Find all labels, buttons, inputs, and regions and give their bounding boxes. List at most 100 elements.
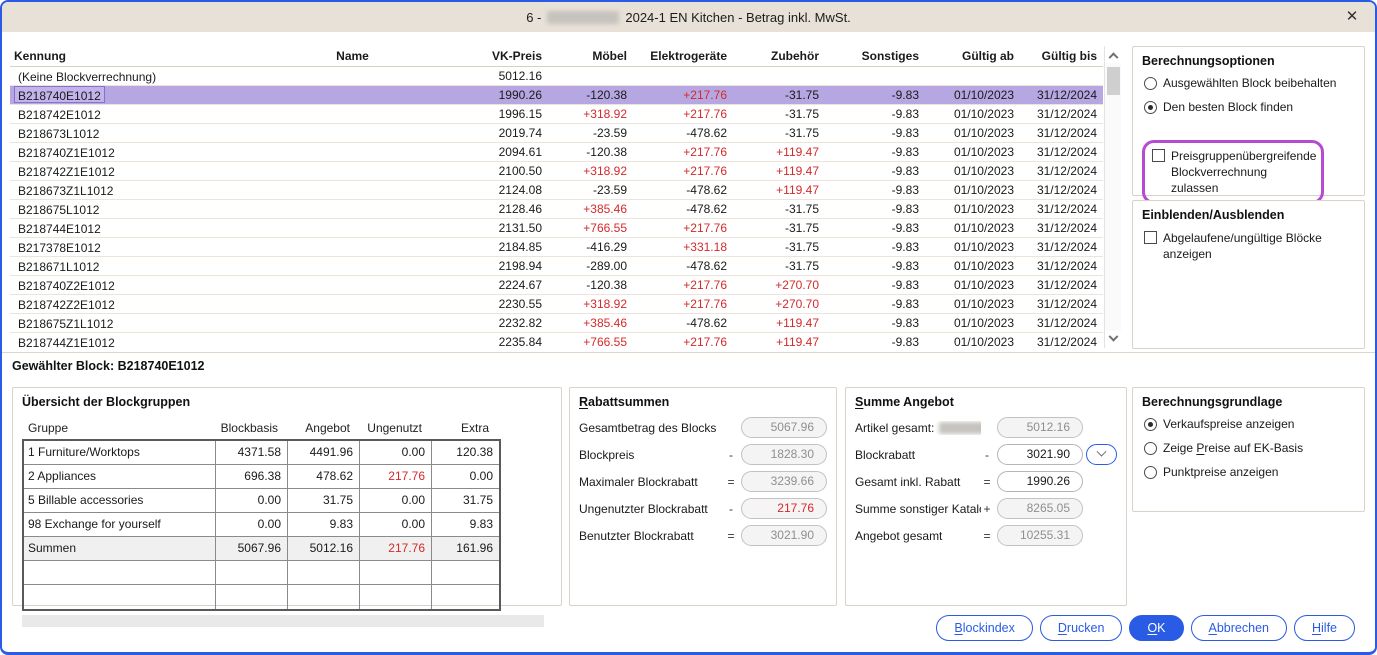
scroll-down-button[interactable]: [1105, 331, 1122, 348]
blockgruppen-row: 1 Furniture/Worktops 4371.58 4491.96 0.0…: [24, 441, 499, 465]
radio-icon: [1144, 466, 1157, 479]
sum-label: Gesamt inkl. Rabatt: [855, 475, 981, 489]
cell-angebot: [288, 585, 360, 609]
sum-row: Blockrabatt - 3021.90: [855, 444, 1117, 465]
table-row[interactable]: B218740Z2E1012 2224.67 -120.38 +217.76 +…: [10, 276, 1103, 295]
table-row[interactable]: B218675L1012 2128.46 +385.46 -478.62 -31…: [10, 200, 1103, 219]
cell-sonstiges: -9.83: [825, 143, 925, 161]
radio-show-ek-prices[interactable]: Zeige Preise auf EK-Basis: [1144, 441, 1355, 455]
cell-ungenutzt: 217.76: [360, 465, 432, 488]
sum-label: Maximaler Blockrabatt: [579, 475, 725, 489]
cell-sonstiges: -9.83: [825, 238, 925, 256]
chevron-down-icon: [1097, 447, 1107, 457]
cell-zubehoer: +270.70: [733, 276, 825, 294]
sum-operator: =: [981, 475, 993, 489]
scrollbar-thumb[interactable]: [1107, 67, 1120, 95]
blockrabatt-dropdown-button[interactable]: [1086, 444, 1117, 465]
cell-elektrogeraete: +217.76: [633, 295, 733, 313]
cell-angebot: 4491.96: [288, 441, 360, 464]
panel-title: Übersicht der Blockgruppen: [22, 395, 552, 409]
table-row[interactable]: B218673L1012 2019.74 -23.59 -478.62 -31.…: [10, 124, 1103, 143]
dropdown-slot: [1083, 444, 1117, 465]
cell-gueltig-ab: 01/10/2023: [925, 143, 1020, 161]
radio-show-point-prices[interactable]: Punktpreise anzeigen: [1144, 465, 1355, 479]
checkbox-show-expired-blocks[interactable]: Abgelaufene/ungültige Blöcke anzeigen: [1144, 230, 1355, 262]
cell-name: [245, 333, 460, 348]
radio-label: Zeige Preise auf EK-Basis: [1163, 441, 1303, 455]
cell-gueltig-bis: [1020, 67, 1103, 85]
sum-value-field[interactable]: 1990.26: [997, 471, 1083, 492]
cell-name: [245, 219, 460, 237]
table-row[interactable]: B218742Z2E1012 2230.55 +318.92 +217.76 +…: [10, 295, 1103, 314]
table-row[interactable]: B218675Z1L1012 2232.82 +385.46 -478.62 +…: [10, 314, 1103, 333]
blockindex-button[interactable]: Blockindex: [936, 615, 1032, 641]
blockgruppen-row: 98 Exchange for yourself 0.00 9.83 0.00 …: [24, 513, 499, 537]
sum-label: Ungenutzter Blockrabatt: [579, 502, 725, 516]
horizontal-scrollbar[interactable]: [22, 615, 544, 627]
table-row[interactable]: B218744E1012 2131.50 +766.55 +217.76 -31…: [10, 219, 1103, 238]
cell-ungenutzt: 0.00: [360, 441, 432, 464]
cell-zubehoer: -31.75: [733, 200, 825, 218]
sum-value-field: 217.76: [741, 498, 827, 519]
blockgruppen-row: 2 Appliances 696.38 478.62 217.76 0.00: [24, 465, 499, 489]
table-row[interactable]: B218740Z1E1012 2094.61 -120.38 +217.76 +…: [10, 143, 1103, 162]
column-header-gueltig-bis: Gültig bis: [1020, 46, 1103, 66]
vertical-scrollbar[interactable]: [1104, 46, 1121, 348]
radio-keep-selected-block[interactable]: Ausgewählten Block beibehalten: [1144, 76, 1355, 90]
cell-extra: 0.00: [432, 465, 499, 488]
cell-sonstiges: -9.83: [825, 257, 925, 275]
cell-kennung: (Keine Blockverrechnung): [10, 67, 245, 85]
cell-vk-preis: 2230.55: [460, 295, 548, 313]
sum-row: Angebot gesamt = 10255.31: [855, 525, 1117, 546]
redacted-customer-name: [547, 11, 619, 24]
radio-label: Verkaufspreise anzeigen: [1163, 417, 1294, 431]
ok-button[interactable]: OK: [1129, 615, 1183, 641]
table-row[interactable]: B218740E1012 1990.26 -120.38 +217.76 -31…: [10, 86, 1103, 105]
radio-show-sales-prices[interactable]: Verkaufspreise anzeigen: [1144, 417, 1355, 431]
table-row[interactable]: B218742Z1E1012 2100.50 +318.92 +217.76 +…: [10, 162, 1103, 181]
cell-zubehoer: -31.75: [733, 124, 825, 142]
sum-operator: -: [725, 502, 737, 516]
cell-gueltig-bis: 31/12/2024: [1020, 143, 1103, 161]
cell-sonstiges: -9.83: [825, 162, 925, 180]
sum-value-field: 10255.31: [997, 525, 1083, 546]
cell-gueltig-bis: 31/12/2024: [1020, 276, 1103, 294]
cell-name: [245, 143, 460, 161]
cell-moebel: -416.29: [548, 238, 633, 256]
cell-elektrogeraete: +217.76: [633, 105, 733, 123]
sum-label: Benutzter Blockrabatt: [579, 529, 725, 543]
panel-title: Berechnungsoptionen: [1142, 54, 1355, 68]
titlebar: 6 - 2024-1 EN Kitchen - Betrag inkl. MwS…: [2, 2, 1375, 32]
close-icon[interactable]: ✕: [1342, 7, 1362, 27]
section-divider: [2, 352, 1375, 353]
sum-operator: =: [725, 529, 737, 543]
table-row[interactable]: (Keine Blockverrechnung) 5012.16: [10, 67, 1103, 86]
cell-gruppe: Summen: [24, 537, 216, 560]
table-row[interactable]: B218744Z1E1012 2235.84 +766.55 +217.76 +…: [10, 333, 1103, 348]
cell-gueltig-ab: 01/10/2023: [925, 314, 1020, 332]
sum-operator: +: [981, 502, 993, 516]
cell-gueltig-ab: 01/10/2023: [925, 162, 1020, 180]
cell-moebel: +318.92: [548, 162, 633, 180]
table-row[interactable]: B217378E1012 2184.85 -416.29 +331.18 -31…: [10, 238, 1103, 257]
sum-value-field[interactable]: 3021.90: [997, 444, 1083, 465]
scroll-up-button[interactable]: [1105, 46, 1122, 63]
column-header-sonstiges: Sonstiges: [825, 46, 925, 66]
column-header-elektrogeraete: Elektrogeräte: [633, 46, 733, 66]
table-row[interactable]: B218671L1012 2198.94 -289.00 -478.62 -31…: [10, 257, 1103, 276]
cell-vk-preis: 2124.08: [460, 181, 548, 199]
cell-elektrogeraete: [633, 67, 733, 85]
abbrechen-button[interactable]: Abbrechen: [1191, 615, 1287, 641]
cell-vk-preis: 2235.84: [460, 333, 548, 348]
table-row[interactable]: B218742E1012 1996.15 +318.92 +217.76 -31…: [10, 105, 1103, 124]
hilfe-button[interactable]: Hilfe: [1294, 615, 1355, 641]
column-header-gruppe: Gruppe: [22, 417, 214, 439]
checkbox-cross-price-group[interactable]: Preisgruppenübergreifende Blockverrechnu…: [1152, 148, 1314, 196]
sum-row: Blockpreis - 1828.30: [579, 444, 827, 465]
table-row[interactable]: B218673Z1L1012 2124.08 -23.59 -478.62 +1…: [10, 181, 1103, 200]
berechnungsoptionen-panel: Berechnungsoptionen Ausgewählten Block b…: [1132, 46, 1365, 196]
sum-row: Maximaler Blockrabatt = 3239.66: [579, 471, 827, 492]
radio-find-best-block[interactable]: Den besten Block finden: [1144, 100, 1355, 114]
drucken-button[interactable]: Drucken: [1040, 615, 1123, 641]
panel-title: Rabattsummen: [579, 395, 827, 409]
